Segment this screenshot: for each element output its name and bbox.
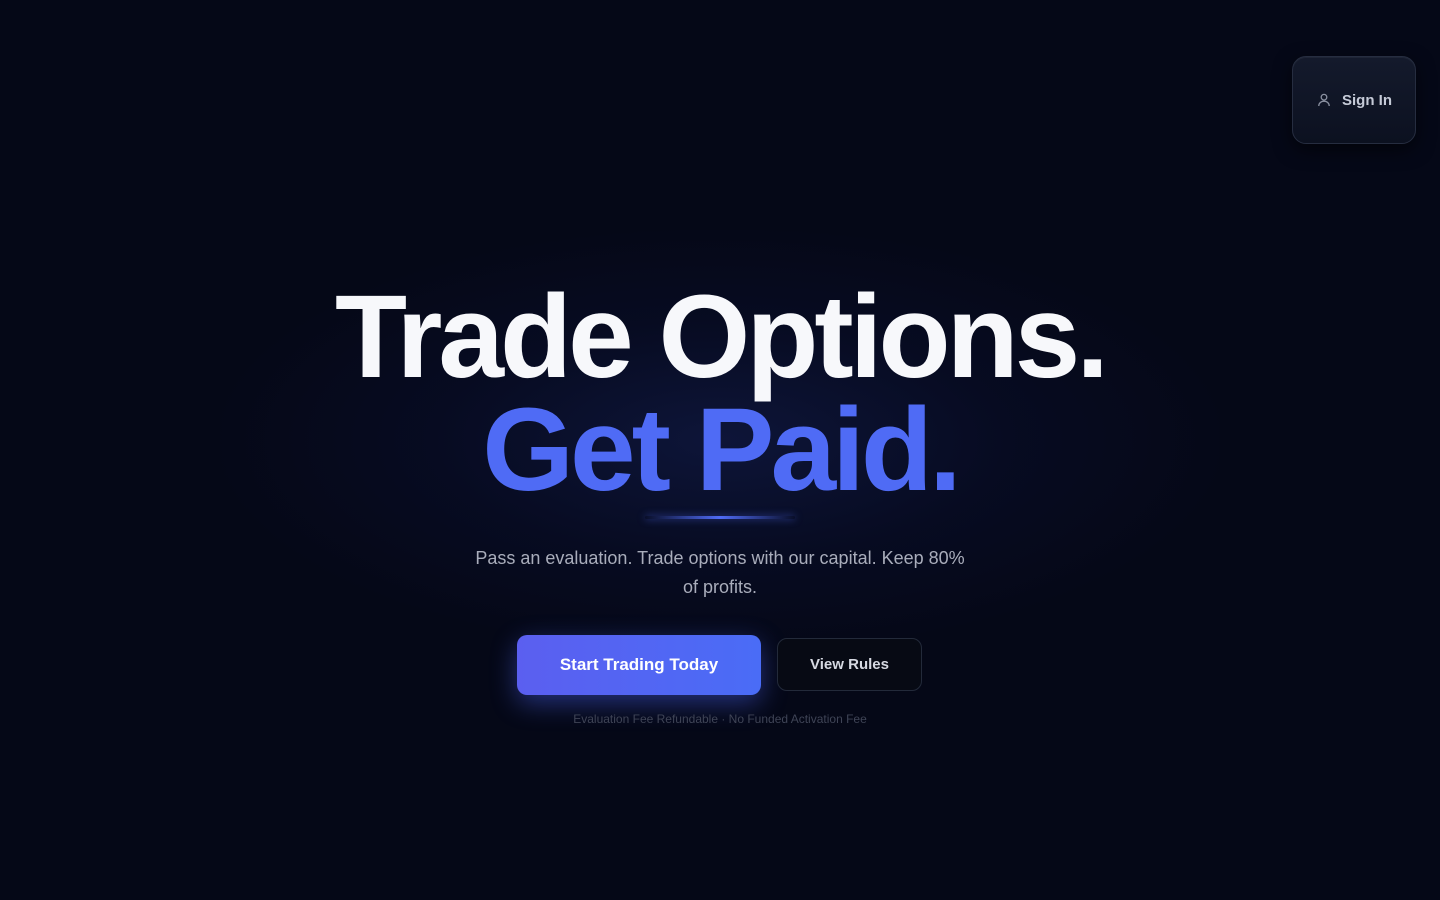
accent-divider — [645, 516, 795, 519]
start-trading-button[interactable]: Start Trading Today — [517, 635, 761, 695]
view-rules-button[interactable]: View Rules — [777, 638, 922, 691]
headline-get-paid: Get Paid. — [482, 384, 961, 516]
hero-subtitle: Pass an evaluation. Trade options with o… — [475, 548, 965, 597]
hero-section: Trade Options. Get Paid. Pass an evaluat… — [0, 0, 1440, 900]
headline-trade-options: Trade Options. — [334, 271, 1109, 403]
fee-fineprint: Evaluation Fee Refundable · No Funded Ac… — [573, 712, 867, 726]
